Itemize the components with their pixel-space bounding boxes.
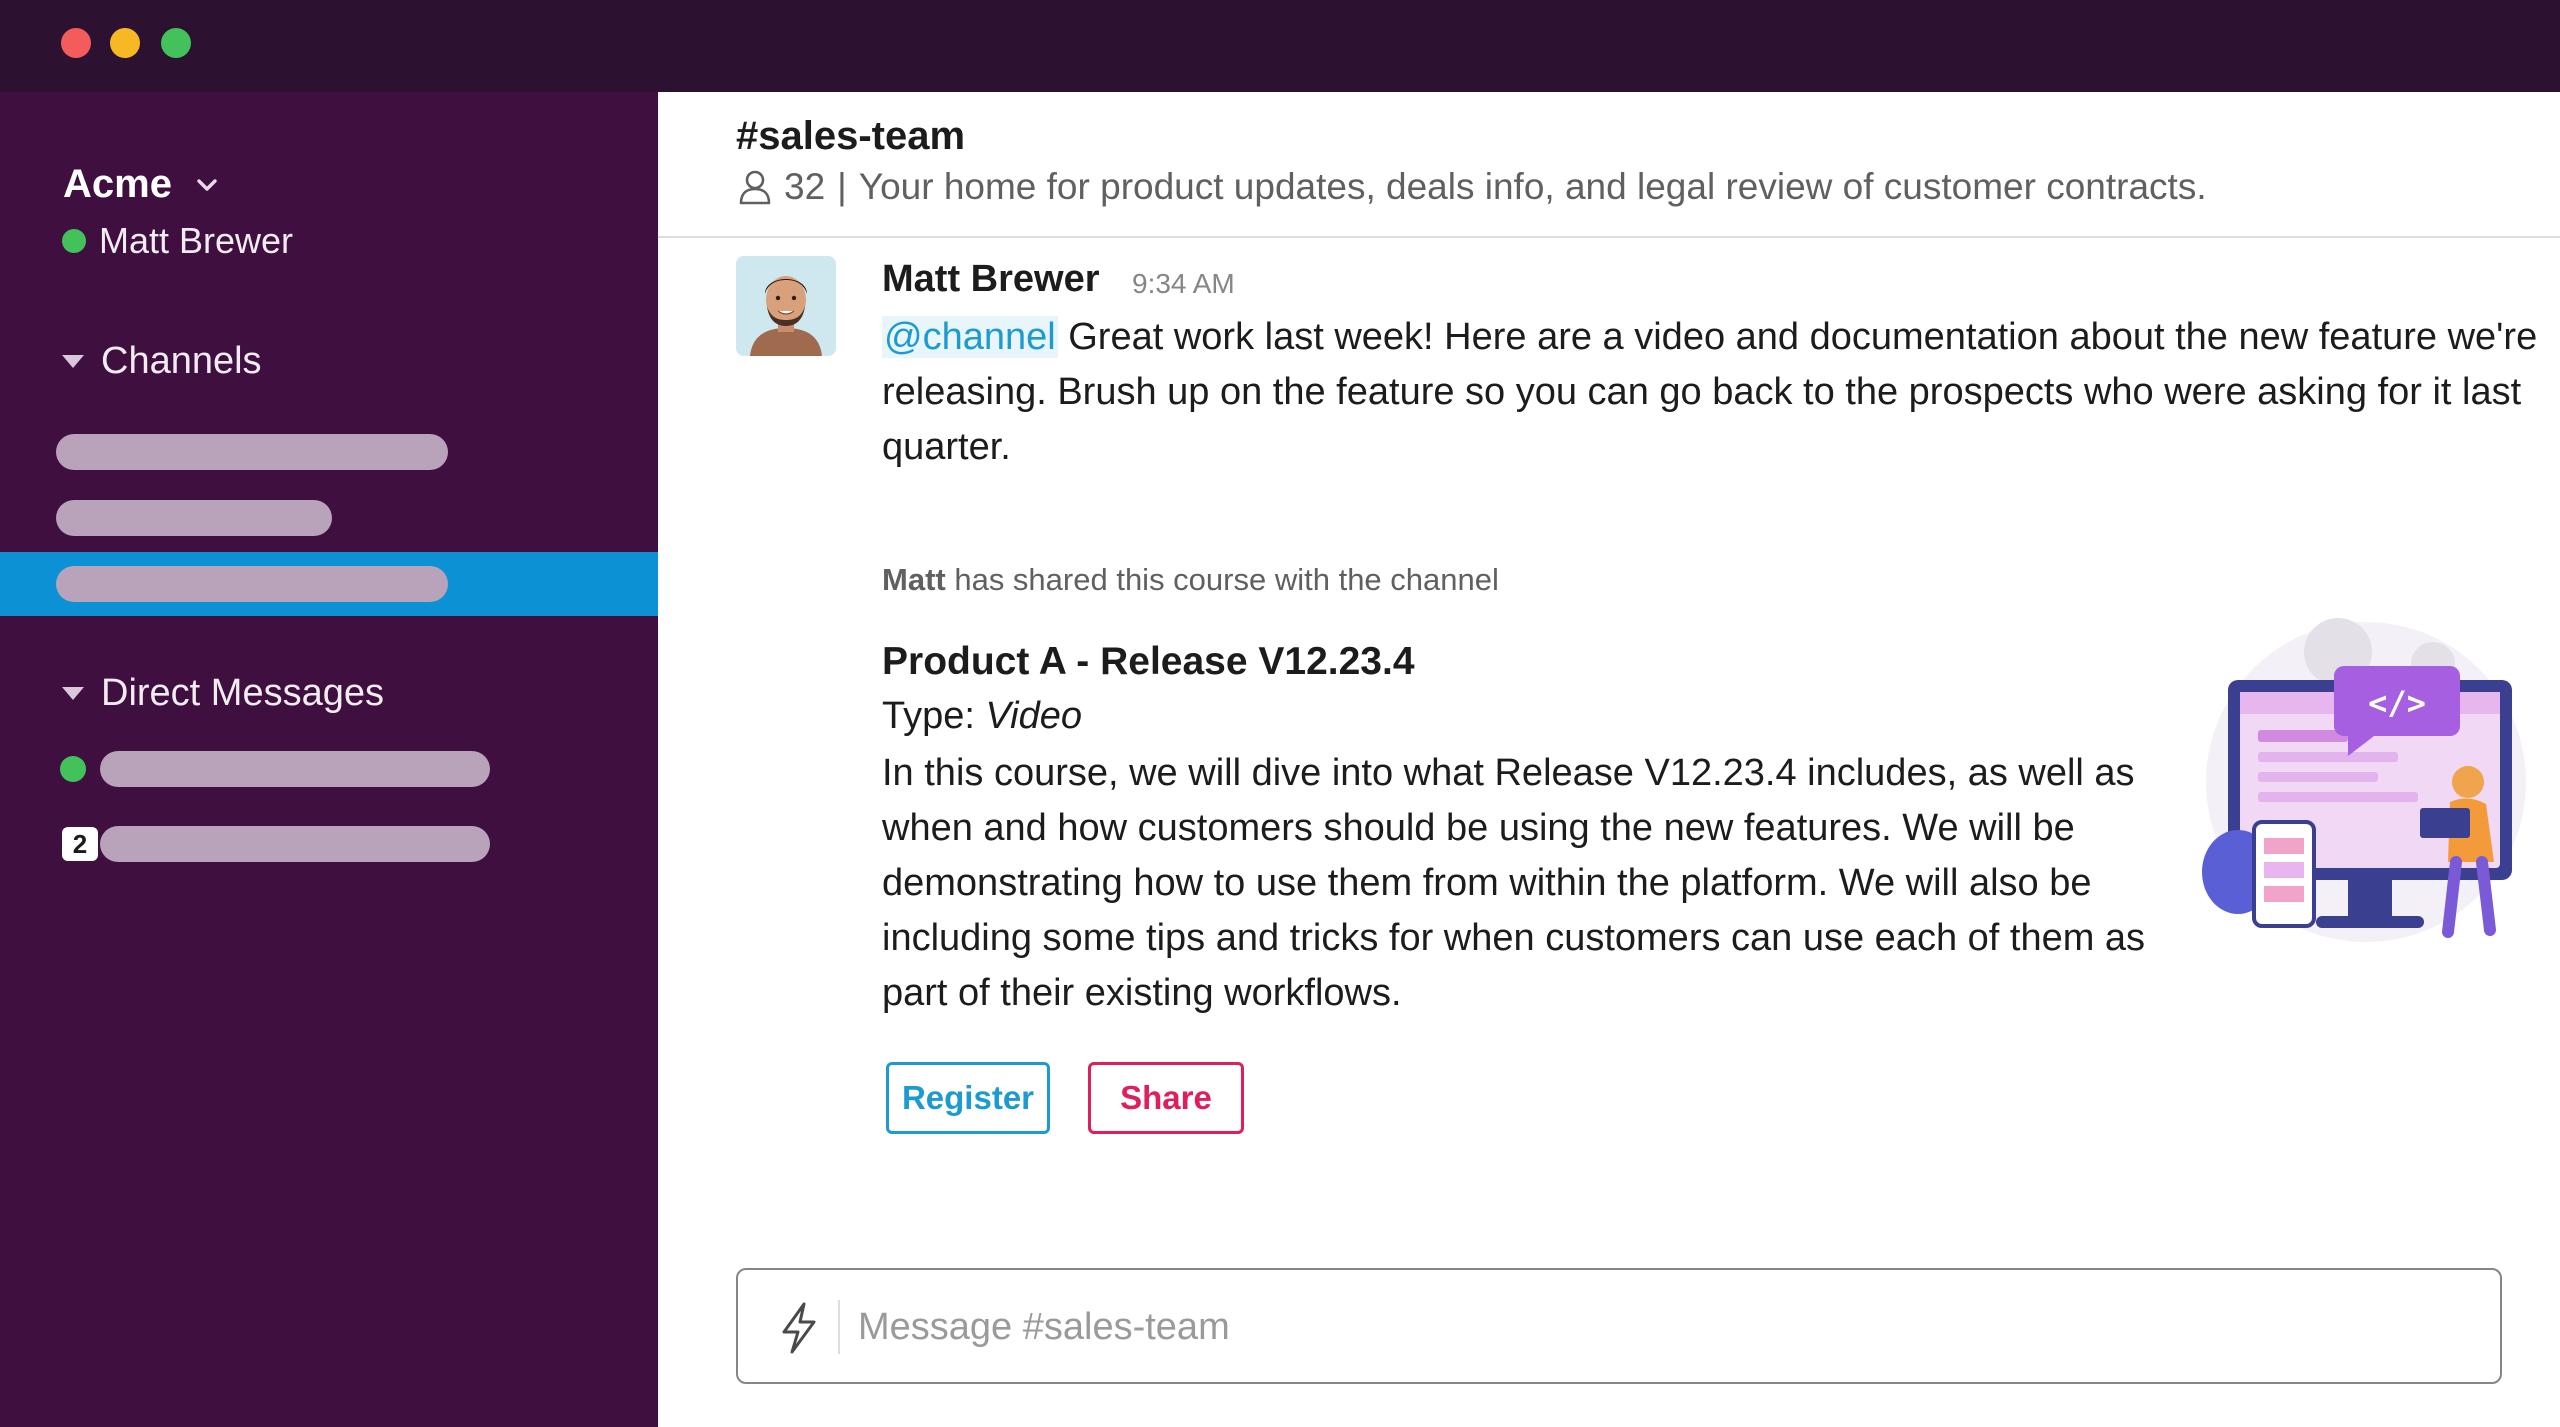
presence-active-icon (60, 756, 86, 782)
course-illustration: </> (2202, 618, 2526, 942)
channel-title[interactable]: #sales-team (736, 114, 965, 159)
code-icon: </> (2368, 684, 2426, 722)
window-titlebar (0, 0, 2560, 92)
chevron-down-icon (197, 178, 217, 191)
channels-section-toggle[interactable]: Channels (62, 340, 262, 383)
sidebar-channel-item[interactable] (56, 500, 332, 536)
avatar[interactable] (736, 256, 836, 356)
message-author[interactable]: Matt Brewer (882, 258, 1100, 301)
sidebar-dm-item[interactable] (100, 826, 490, 862)
course-title[interactable]: Product A - Release V12.23.4 (882, 640, 1415, 684)
composer-divider (838, 1300, 840, 1354)
caret-down-icon (62, 355, 84, 368)
unread-count-badge: 2 (62, 827, 98, 861)
register-button[interactable]: Register (886, 1062, 1050, 1134)
course-type-label: Type: (882, 695, 986, 737)
user-avatar-image (736, 256, 836, 356)
channel-header: #sales-team 32 | Your home for product u… (658, 92, 2560, 238)
channel-view: #sales-team 32 | Your home for product u… (658, 92, 2560, 1427)
current-user-name: Matt Brewer (99, 220, 294, 261)
share-button[interactable]: Share (1088, 1062, 1244, 1134)
sidebar-dm-item[interactable] (100, 751, 490, 787)
message-composer[interactable] (736, 1268, 2502, 1384)
topic-separator: | (837, 166, 847, 207)
sharer-name[interactable]: Matt (882, 562, 946, 597)
lightning-bolt-icon[interactable] (774, 1300, 824, 1356)
member-count[interactable]: 32 (784, 166, 825, 208)
message-body: @channel Great work last week! Here are … (882, 310, 2542, 475)
maximize-window-button[interactable] (161, 28, 191, 58)
channel-topic-row: 32 | Your home for product updates, deal… (736, 166, 2207, 208)
sidebar-channel-item-active[interactable] (0, 552, 658, 616)
caret-down-icon (62, 687, 84, 700)
course-description: In this course, we will dive into what R… (882, 752, 2146, 1014)
sidebar-channel-label-placeholder (56, 566, 448, 602)
workspace-name: Acme (63, 162, 172, 206)
current-user[interactable]: Matt Brewer (62, 220, 293, 262)
sidebar-channel-item[interactable] (56, 434, 448, 470)
course-type-value: Video (985, 695, 1083, 737)
workspace-switcher[interactable]: Acme (63, 162, 222, 207)
sidebar: Acme Matt Brewer Channels Direct Message… (0, 92, 658, 1427)
channels-section-label: Channels (101, 340, 262, 382)
share-note-text: has shared this course with the channel (945, 562, 1499, 597)
channel-topic: Your home for product updates, deals inf… (858, 166, 2207, 207)
message-input[interactable] (858, 1296, 2458, 1358)
course-type: Type: Video (882, 695, 1082, 738)
share-attribution: Matt has shared this course with the cha… (882, 562, 1499, 598)
presence-active-icon (62, 229, 86, 253)
message-timestamp[interactable]: 9:34 AM (1132, 268, 1235, 300)
direct-messages-section-toggle[interactable]: Direct Messages (62, 672, 384, 715)
close-window-button[interactable] (61, 28, 91, 58)
minimize-window-button[interactable] (110, 28, 140, 58)
channel-mention[interactable]: @channel (882, 316, 1058, 358)
message-text: Great work last week! Here are a video a… (882, 316, 2538, 468)
member-icon[interactable] (736, 168, 774, 206)
direct-messages-section-label: Direct Messages (101, 672, 384, 714)
